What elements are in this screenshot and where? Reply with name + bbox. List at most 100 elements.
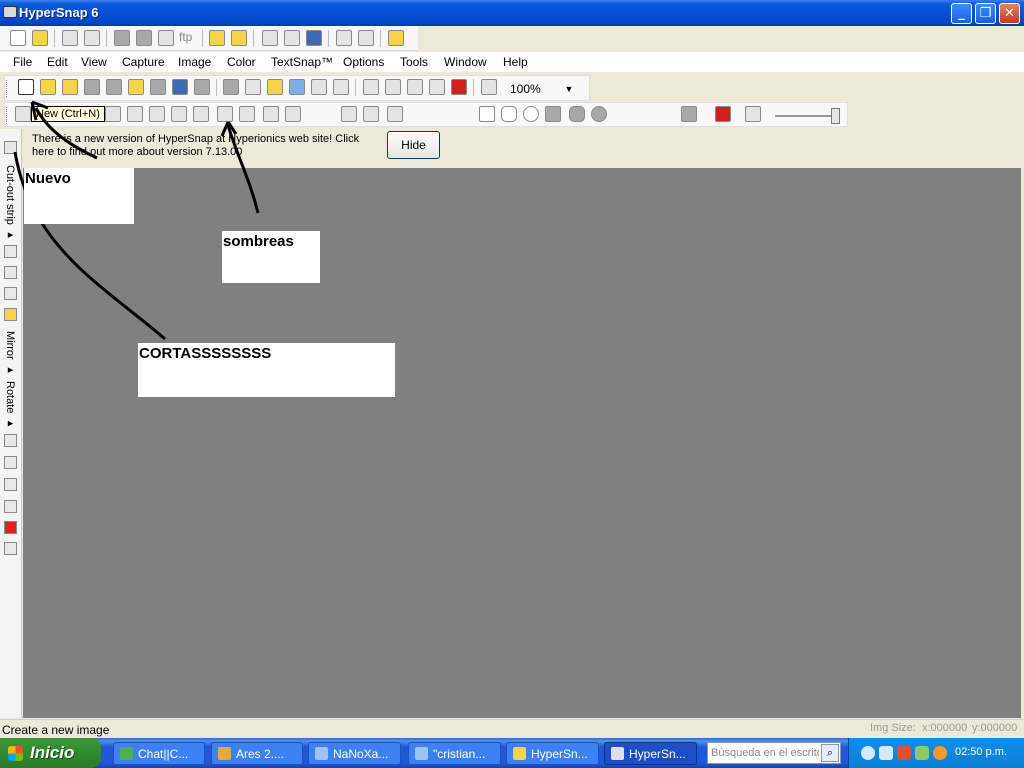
crop-icon[interactable] bbox=[4, 287, 17, 300]
save-icon[interactable] bbox=[114, 30, 130, 46]
text-tool-icon[interactable] bbox=[263, 106, 279, 122]
menu-edit[interactable]: Edit bbox=[47, 55, 68, 69]
new-image-icon[interactable] bbox=[18, 79, 34, 95]
capture-region-icon[interactable] bbox=[289, 79, 305, 95]
taskbar-item-chat[interactable]: Chat||C... bbox=[113, 742, 205, 765]
restore-button[interactable]: ❐ bbox=[975, 3, 996, 24]
new-file-icon[interactable] bbox=[10, 30, 26, 46]
color-icon[interactable] bbox=[4, 521, 17, 534]
eraser-icon[interactable] bbox=[341, 106, 357, 122]
open-icon[interactable] bbox=[40, 79, 56, 95]
open-folder-icon[interactable] bbox=[32, 30, 48, 46]
print-icon[interactable] bbox=[194, 79, 210, 95]
hide-button[interactable]: Hide bbox=[387, 131, 440, 159]
exit-icon[interactable] bbox=[388, 30, 404, 46]
fill-icon[interactable] bbox=[239, 106, 255, 122]
menu-window[interactable]: Window bbox=[444, 55, 487, 69]
mirror-label[interactable]: Mirror ▸ bbox=[4, 331, 17, 376]
back-arrow-icon[interactable] bbox=[861, 746, 875, 760]
window-capture-icon[interactable] bbox=[336, 30, 352, 46]
title-bar[interactable]: HyperSnap 6 _ ❐ ✕ bbox=[0, 0, 1024, 26]
highlight-icon[interactable] bbox=[4, 308, 17, 321]
help-icon[interactable] bbox=[481, 79, 497, 95]
book-icon[interactable] bbox=[306, 30, 322, 46]
minimize-button[interactable]: _ bbox=[951, 3, 972, 24]
fit-window-icon[interactable] bbox=[745, 106, 761, 122]
save-as-icon[interactable] bbox=[106, 79, 122, 95]
resize-icon[interactable] bbox=[4, 266, 17, 279]
list-icon[interactable] bbox=[84, 30, 100, 46]
highlight-icon[interactable] bbox=[128, 79, 144, 95]
stamp-icon[interactable] bbox=[285, 106, 301, 122]
crop-icon[interactable] bbox=[193, 106, 209, 122]
cutout-strip-label[interactable]: Cut-out strip ▸ bbox=[4, 165, 17, 241]
search-icon[interactable]: ⌕ bbox=[821, 744, 839, 762]
taskbar-item-cristian[interactable]: "cristian... bbox=[408, 742, 501, 765]
start-button[interactable]: Inicio bbox=[0, 738, 101, 768]
redo-icon[interactable] bbox=[127, 106, 143, 122]
menu-help[interactable]: Help bbox=[503, 55, 528, 69]
chevron-down-icon[interactable]: ▼ bbox=[561, 81, 577, 97]
taskbar-item-ares[interactable]: Ares 2.... bbox=[211, 742, 303, 765]
open-recent-icon[interactable] bbox=[62, 79, 78, 95]
color-icon[interactable] bbox=[267, 79, 283, 95]
resize-icon[interactable] bbox=[429, 79, 445, 95]
save-all-icon[interactable] bbox=[158, 30, 174, 46]
ares-tray-icon[interactable] bbox=[915, 746, 929, 760]
taskbar-item-hypersnap-folder[interactable]: HyperSn... bbox=[506, 742, 599, 765]
save-icon[interactable] bbox=[84, 79, 100, 95]
book-icon[interactable] bbox=[172, 79, 188, 95]
zoom-slider-thumb[interactable] bbox=[831, 108, 840, 124]
filled-ellipse-icon[interactable] bbox=[591, 106, 607, 122]
stretch-icon[interactable] bbox=[4, 434, 17, 447]
clipboard-icon[interactable] bbox=[223, 79, 239, 95]
open-icon[interactable] bbox=[62, 30, 78, 46]
rotate-left-icon[interactable] bbox=[363, 79, 379, 95]
rotate-label[interactable]: Rotate ▸ bbox=[4, 381, 17, 429]
menu-image[interactable]: Image bbox=[178, 55, 211, 69]
stop-icon[interactable] bbox=[451, 79, 467, 95]
image-workspace[interactable] bbox=[23, 168, 1021, 718]
save-as-icon[interactable] bbox=[136, 30, 152, 46]
rotate-right-icon[interactable] bbox=[385, 79, 401, 95]
menu-textsnap[interactable]: TextSnap™ bbox=[271, 55, 333, 69]
flip-icon[interactable] bbox=[407, 79, 423, 95]
fill-color-icon[interactable] bbox=[681, 106, 697, 122]
zoom-tool-icon[interactable] bbox=[245, 79, 261, 95]
filled-rectangle-icon[interactable] bbox=[545, 106, 561, 122]
search-placeholder[interactable]: Búsqueda en el escritorio bbox=[711, 747, 819, 759]
select-rectangle-icon[interactable] bbox=[217, 106, 233, 122]
capture-full-icon[interactable] bbox=[333, 79, 349, 95]
zoom-level-select[interactable]: 100% bbox=[510, 82, 541, 96]
menu-file[interactable]: File bbox=[13, 55, 32, 69]
line-tool-icon[interactable] bbox=[387, 106, 403, 122]
monitor-icon[interactable] bbox=[358, 30, 374, 46]
network-icon[interactable] bbox=[879, 746, 893, 760]
pencil-icon[interactable] bbox=[363, 106, 379, 122]
menu-tools[interactable]: Tools bbox=[400, 55, 428, 69]
copy-icon[interactable] bbox=[284, 30, 300, 46]
menu-options[interactable]: Options bbox=[343, 55, 384, 69]
ellipse-tool-icon[interactable] bbox=[523, 106, 539, 122]
taskbar-item-hypersnap[interactable]: HyperSn... bbox=[604, 742, 697, 765]
avast-icon[interactable] bbox=[933, 746, 947, 760]
line-color-icon[interactable] bbox=[715, 106, 731, 122]
effects-icon[interactable] bbox=[4, 542, 17, 555]
undo-icon[interactable] bbox=[105, 106, 121, 122]
desktop-search-box[interactable]: Búsqueda en el escritorio ⌕ bbox=[707, 742, 841, 764]
scissors-icon[interactable] bbox=[15, 106, 31, 122]
capture-window-icon[interactable] bbox=[311, 79, 327, 95]
toolbar-grip[interactable] bbox=[6, 80, 9, 97]
magnify-icon[interactable] bbox=[149, 106, 165, 122]
menu-capture[interactable]: Capture bbox=[122, 55, 165, 69]
gradient-icon[interactable] bbox=[4, 500, 17, 513]
zoom-slider-track[interactable] bbox=[775, 115, 835, 117]
rounded-rectangle-icon[interactable] bbox=[501, 106, 517, 122]
textsnap-region-icon[interactable] bbox=[231, 30, 247, 46]
rectangle-tool-icon[interactable] bbox=[479, 106, 495, 122]
frame-icon[interactable] bbox=[4, 456, 17, 469]
menu-view[interactable]: View bbox=[81, 55, 107, 69]
update-notification-text[interactable]: There is a new version of HyperSnap at H… bbox=[32, 133, 382, 159]
volume-icon[interactable] bbox=[897, 746, 911, 760]
update-notification[interactable]: There is a new version of HyperSnap at H… bbox=[23, 129, 1021, 168]
